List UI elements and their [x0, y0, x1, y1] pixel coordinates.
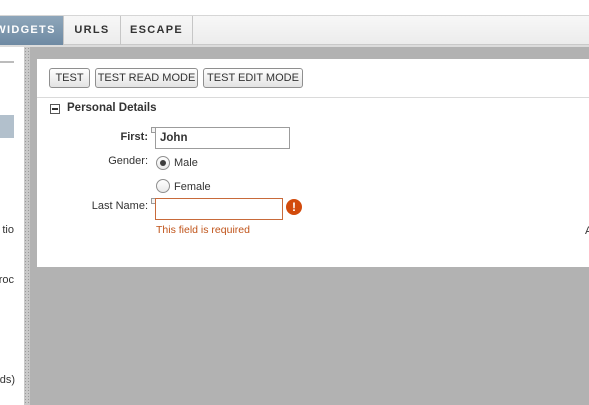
- gender-label: Gender:: [108, 155, 148, 167]
- tab-urls[interactable]: URLS: [64, 16, 121, 45]
- last-name-field[interactable]: [155, 198, 283, 220]
- gender-female-label[interactable]: Female: [174, 181, 211, 193]
- gender-male-label[interactable]: Male: [174, 157, 198, 169]
- test-button[interactable]: TEST: [49, 68, 90, 88]
- sidebar-selected-item[interactable]: [0, 115, 14, 138]
- window-top: [0, 0, 589, 15]
- sidebar-item-fragment[interactable]: roc: [0, 274, 14, 286]
- collapse-icon[interactable]: [50, 104, 60, 114]
- sidebar-item-fragment[interactable]: ds): [0, 374, 15, 386]
- sidebar-header-line: [0, 61, 14, 63]
- section-title: Personal Details: [67, 102, 157, 114]
- gender-male-radio[interactable]: [156, 156, 170, 170]
- clipped-text-fragment: A: [585, 225, 589, 237]
- sidebar-item-fragment[interactable]: tio: [2, 224, 14, 236]
- last-name-label: Last Name:: [91, 200, 148, 212]
- test-read-mode-button[interactable]: TEST READ MODE: [95, 68, 198, 88]
- toolbar-divider: [37, 97, 589, 98]
- main-area: TEST TEST READ MODE TEST EDIT MODE Perso…: [30, 47, 589, 405]
- form-panel: TEST TEST READ MODE TEST EDIT MODE Perso…: [37, 59, 589, 267]
- first-name-field[interactable]: [155, 127, 290, 149]
- tab-bar: WIDGETS URLS ESCAPE: [0, 15, 589, 45]
- sidebar: tio roc ds): [0, 47, 24, 405]
- test-edit-mode-button[interactable]: TEST EDIT MODE: [203, 68, 303, 88]
- tab-widgets[interactable]: WIDGETS: [0, 16, 64, 45]
- gender-female-radio[interactable]: [156, 179, 170, 193]
- error-message: This field is required: [156, 224, 250, 236]
- first-name-label: First:: [120, 131, 149, 143]
- tab-escape[interactable]: ESCAPE: [121, 16, 193, 45]
- error-icon: !: [286, 199, 302, 215]
